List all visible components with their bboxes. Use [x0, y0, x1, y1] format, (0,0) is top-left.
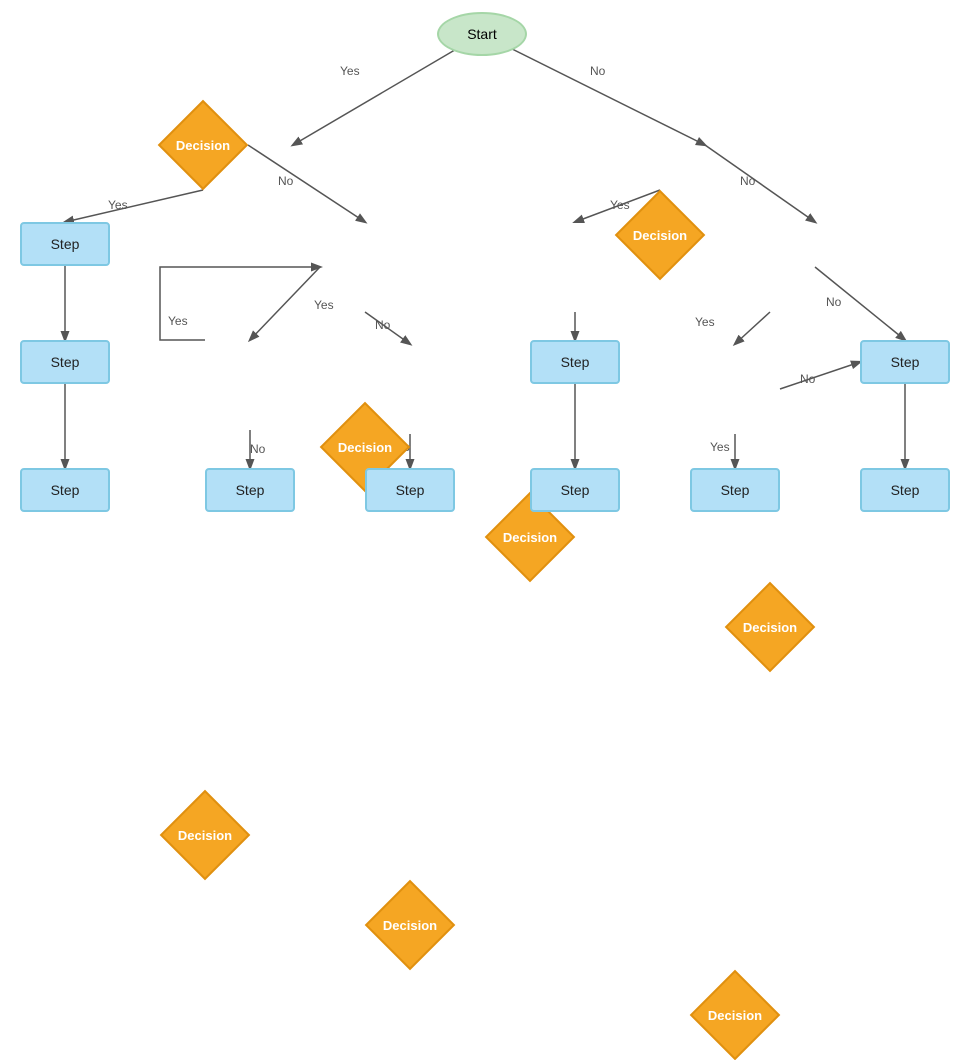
edge-label-d8-yes: Yes	[710, 440, 730, 454]
decision-5-node: Decision	[725, 582, 815, 672]
edge-label-d1-no: No	[278, 174, 293, 188]
step-1-node: Step	[20, 222, 110, 266]
edge-label-d5-yes: Yes	[695, 315, 715, 329]
edge-label-start-no: No	[590, 64, 605, 78]
decision-1-node: Decision	[158, 100, 248, 190]
decision-7-node: Decision	[365, 880, 455, 970]
step-7-node: Step	[365, 468, 455, 512]
step-6-node: Step	[205, 468, 295, 512]
edge-label-d2-no: No	[740, 174, 755, 188]
start-node: Start	[437, 12, 527, 56]
edge-label-d8-no: No	[800, 372, 815, 386]
edge-label-d3-no: No	[375, 318, 390, 332]
step-4-node: Step	[860, 340, 950, 384]
step-5-node: Step	[20, 468, 110, 512]
step-10-node: Step	[860, 468, 950, 512]
decision-8-node: Decision	[690, 970, 780, 1060]
edge-label-d3-yes: Yes	[314, 298, 334, 312]
edge-label-d5-no: No	[826, 295, 841, 309]
step-2-node: Step	[20, 340, 110, 384]
decision-6-node: Decision	[160, 790, 250, 880]
edge-label-d6-yes: Yes	[168, 314, 188, 328]
step-3-node: Step	[530, 340, 620, 384]
decision-2-node: Decision	[615, 190, 705, 280]
step-8-node: Step	[530, 468, 620, 512]
edge-label-d6-no: No	[250, 442, 265, 456]
edge-label-d1-yes: Yes	[108, 198, 128, 212]
step-9-node: Step	[690, 468, 780, 512]
edge-label-start-yes: Yes	[340, 64, 360, 78]
